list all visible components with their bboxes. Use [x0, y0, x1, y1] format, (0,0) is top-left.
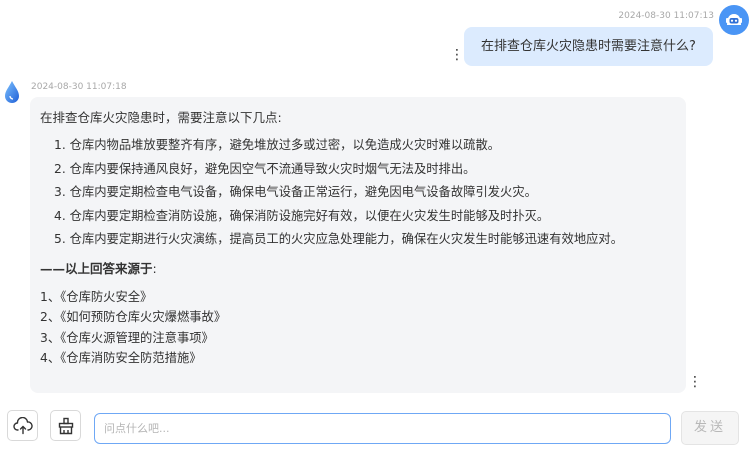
source-item: 2、《如何预防仓库火灾爆燃事故》 — [40, 310, 227, 324]
robot-face-icon — [726, 14, 742, 25]
answer-point: 4. 仓库内要定期检查消防设施，确保消防设施完好有效，以便在火灾发生时能够及时扑… — [54, 208, 550, 223]
source-list: 1、《仓库防火安全》 2、《如何预防仓库火灾爆燃事故》 3、《仓库火源管理的注意… — [40, 287, 676, 369]
user-message-timestamp: 2024-08-30 11:07:13 — [618, 11, 714, 21]
source-heading-text: ——以上回答来源于 — [40, 260, 153, 276]
answer-point: 2. 仓库内要保持通风良好，避免因空气不流通导致火灾时烟气无法及时排出。 — [54, 161, 476, 176]
water-drop-icon — [5, 81, 19, 103]
answer-point: 1. 仓库内物品堆放要整齐有序，避免堆放过多或过密，以免造成火灾时难以疏散。 — [54, 138, 501, 152]
chat-input[interactable] — [94, 413, 671, 444]
user-avatar — [719, 5, 749, 35]
source-heading-colon: : — [152, 260, 157, 276]
clear-chat-button[interactable] — [50, 410, 81, 441]
source-heading: ——以上回答来源于: — [40, 259, 676, 279]
bot-message-more-icon[interactable]: ⋮ — [688, 375, 702, 389]
broom-icon — [58, 417, 73, 434]
user-message-more-icon[interactable]: ⋮ — [450, 48, 464, 62]
send-button[interactable]: 发送 — [681, 411, 739, 445]
bot-avatar — [2, 80, 22, 104]
user-message-bubble: 在排查仓库火灾隐患时需要注意什么? — [464, 27, 713, 66]
upload-button[interactable] — [7, 410, 38, 441]
bot-message-bubble: 在排查仓库火灾隐患时，需要注意以下几点: 1. 仓库内物品堆放要整齐有序，避免堆… — [30, 97, 686, 393]
cloud-upload-icon — [12, 416, 33, 434]
answer-points: 1. 仓库内物品堆放要整齐有序，避免堆放过多或过密，以免造成火灾时难以疏散。 2… — [40, 134, 676, 252]
source-item: 4、《仓库消防安全防范措施》 — [40, 351, 202, 365]
answer-point: 5. 仓库内要定期进行火灾演练，提高员工的火灾应急处理能力，确保在火灾发生时能够… — [54, 232, 624, 246]
answer-point: 3. 仓库内要定期检查电气设备，确保电气设备正常运行，避免因电气设备故障引发火灾… — [54, 185, 537, 199]
answer-intro: 在排查仓库火灾隐患时，需要注意以下几点: — [40, 110, 282, 125]
source-item: 1、《仓库防火安全》 — [40, 289, 153, 304]
bot-message-timestamp: 2024-08-30 11:07:18 — [31, 82, 127, 92]
source-item: 3、《仓库火源管理的注意事项》 — [40, 330, 214, 345]
